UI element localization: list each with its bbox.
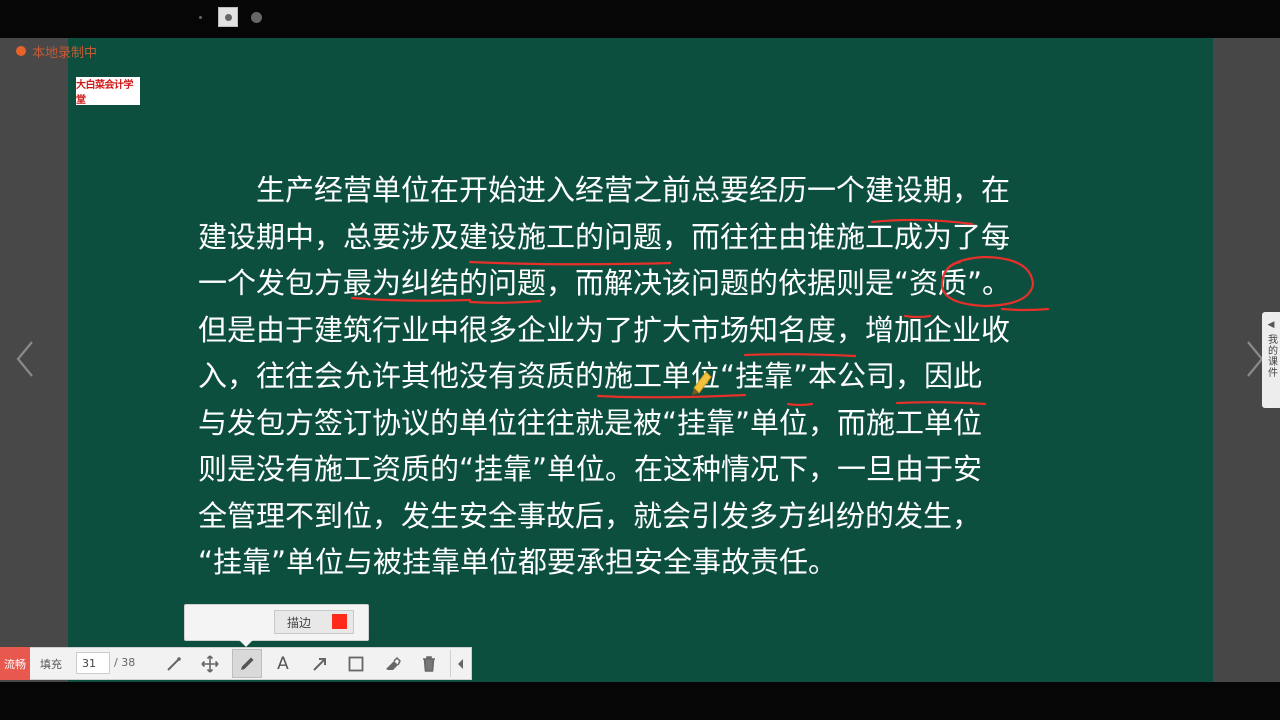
slide-text-line: 但是由于建筑行业中很多企业为了扩大市场知名度，增加企业收: [198, 312, 1011, 347]
slide-text-line: 生产经营单位在开始进入经营之前总要经历一个建设期，在: [198, 173, 1011, 207]
slide-text-line: 与发包方签订协议的单位往往就是被“挂靠”单位，而施工单位: [198, 405, 983, 440]
trash-icon: [423, 655, 435, 672]
slide-text-line: 一个发包方最为纠结的问题，而解决该问题的依据则是“资质”。: [198, 266, 1012, 300]
laser-pointer-icon: [167, 656, 181, 671]
recording-dot-icon: [16, 46, 26, 56]
current-page: 31: [82, 656, 96, 670]
arrow-icon: [313, 657, 326, 671]
pen-tool-button[interactable]: [232, 649, 262, 678]
channel-logo-text: 大白菜会计学堂: [76, 80, 134, 106]
pen-size-medium[interactable]: [218, 7, 238, 27]
stroke-color-swatch[interactable]: [332, 614, 347, 629]
bottom-letterbox: [0, 682, 1280, 720]
text-tool-button[interactable]: A: [268, 649, 298, 678]
previous-slide-arrow-icon[interactable]: [10, 338, 40, 380]
slide-text-line: “挂靠”单位与被挂靠单位都要承担安全事故责任。: [198, 545, 838, 579]
channel-logo: 大白菜会计学堂: [76, 77, 140, 106]
collapse-toolbar-button[interactable]: [452, 649, 470, 678]
recording-indicator: 本地录制中: [16, 43, 98, 61]
laser-pointer-button[interactable]: [159, 649, 189, 678]
clear-all-button[interactable]: [414, 649, 444, 678]
slide-text-line: 入，往往会允许其他没有资质的施工单位“挂靠”本公司，因此: [198, 359, 983, 393]
collapse-left-icon: [458, 658, 463, 669]
move-tool-button[interactable]: [195, 649, 225, 678]
toolbar-divider: [450, 650, 451, 677]
slide-paragraph: 生产经营单位在开始进入经营之前总要经历一个建设期，在 建设期中，总要涉及建设施工…: [198, 167, 1078, 586]
smooth-mode-badge[interactable]: 流畅: [0, 647, 30, 680]
pen-icon: [241, 657, 254, 670]
move-icon: [201, 654, 219, 673]
total-pages: / 38: [114, 656, 136, 669]
pen-size-large[interactable]: [246, 7, 266, 27]
text-tool-icon: A: [277, 653, 289, 674]
slide-text-line: 全管理不到位，发生安全事故后，就会引发多方纠纷的发生，: [198, 498, 982, 533]
stroke-label: 描边: [287, 615, 312, 630]
recording-status: 本地录制中: [32, 45, 98, 61]
page-number-input[interactable]: 31: [76, 652, 110, 674]
fill-toggle[interactable]: 填充: [40, 656, 62, 672]
rectangle-tool-button[interactable]: [341, 649, 371, 678]
rectangle-icon: [348, 656, 364, 671]
slide-text-line: 建设期中，总要涉及建设施工的问题，而往往由谁施工成为了每: [198, 219, 1011, 254]
my-courseware-tab[interactable]: ◀ 我的课件: [1262, 312, 1280, 408]
eraser-icon: [386, 656, 401, 670]
pen-size-small[interactable]: [190, 7, 210, 27]
courseware-tab-label: 我的课件: [1265, 334, 1277, 378]
slide-text-line: 则是没有施工资质的“挂靠”单位。在这种情况下，一旦由于安: [198, 452, 983, 486]
smooth-mode-label: 流畅: [4, 657, 26, 671]
expand-left-icon: ◀: [1267, 320, 1275, 330]
eraser-tool-button[interactable]: [378, 649, 408, 678]
arrow-tool-button[interactable]: [305, 649, 335, 678]
